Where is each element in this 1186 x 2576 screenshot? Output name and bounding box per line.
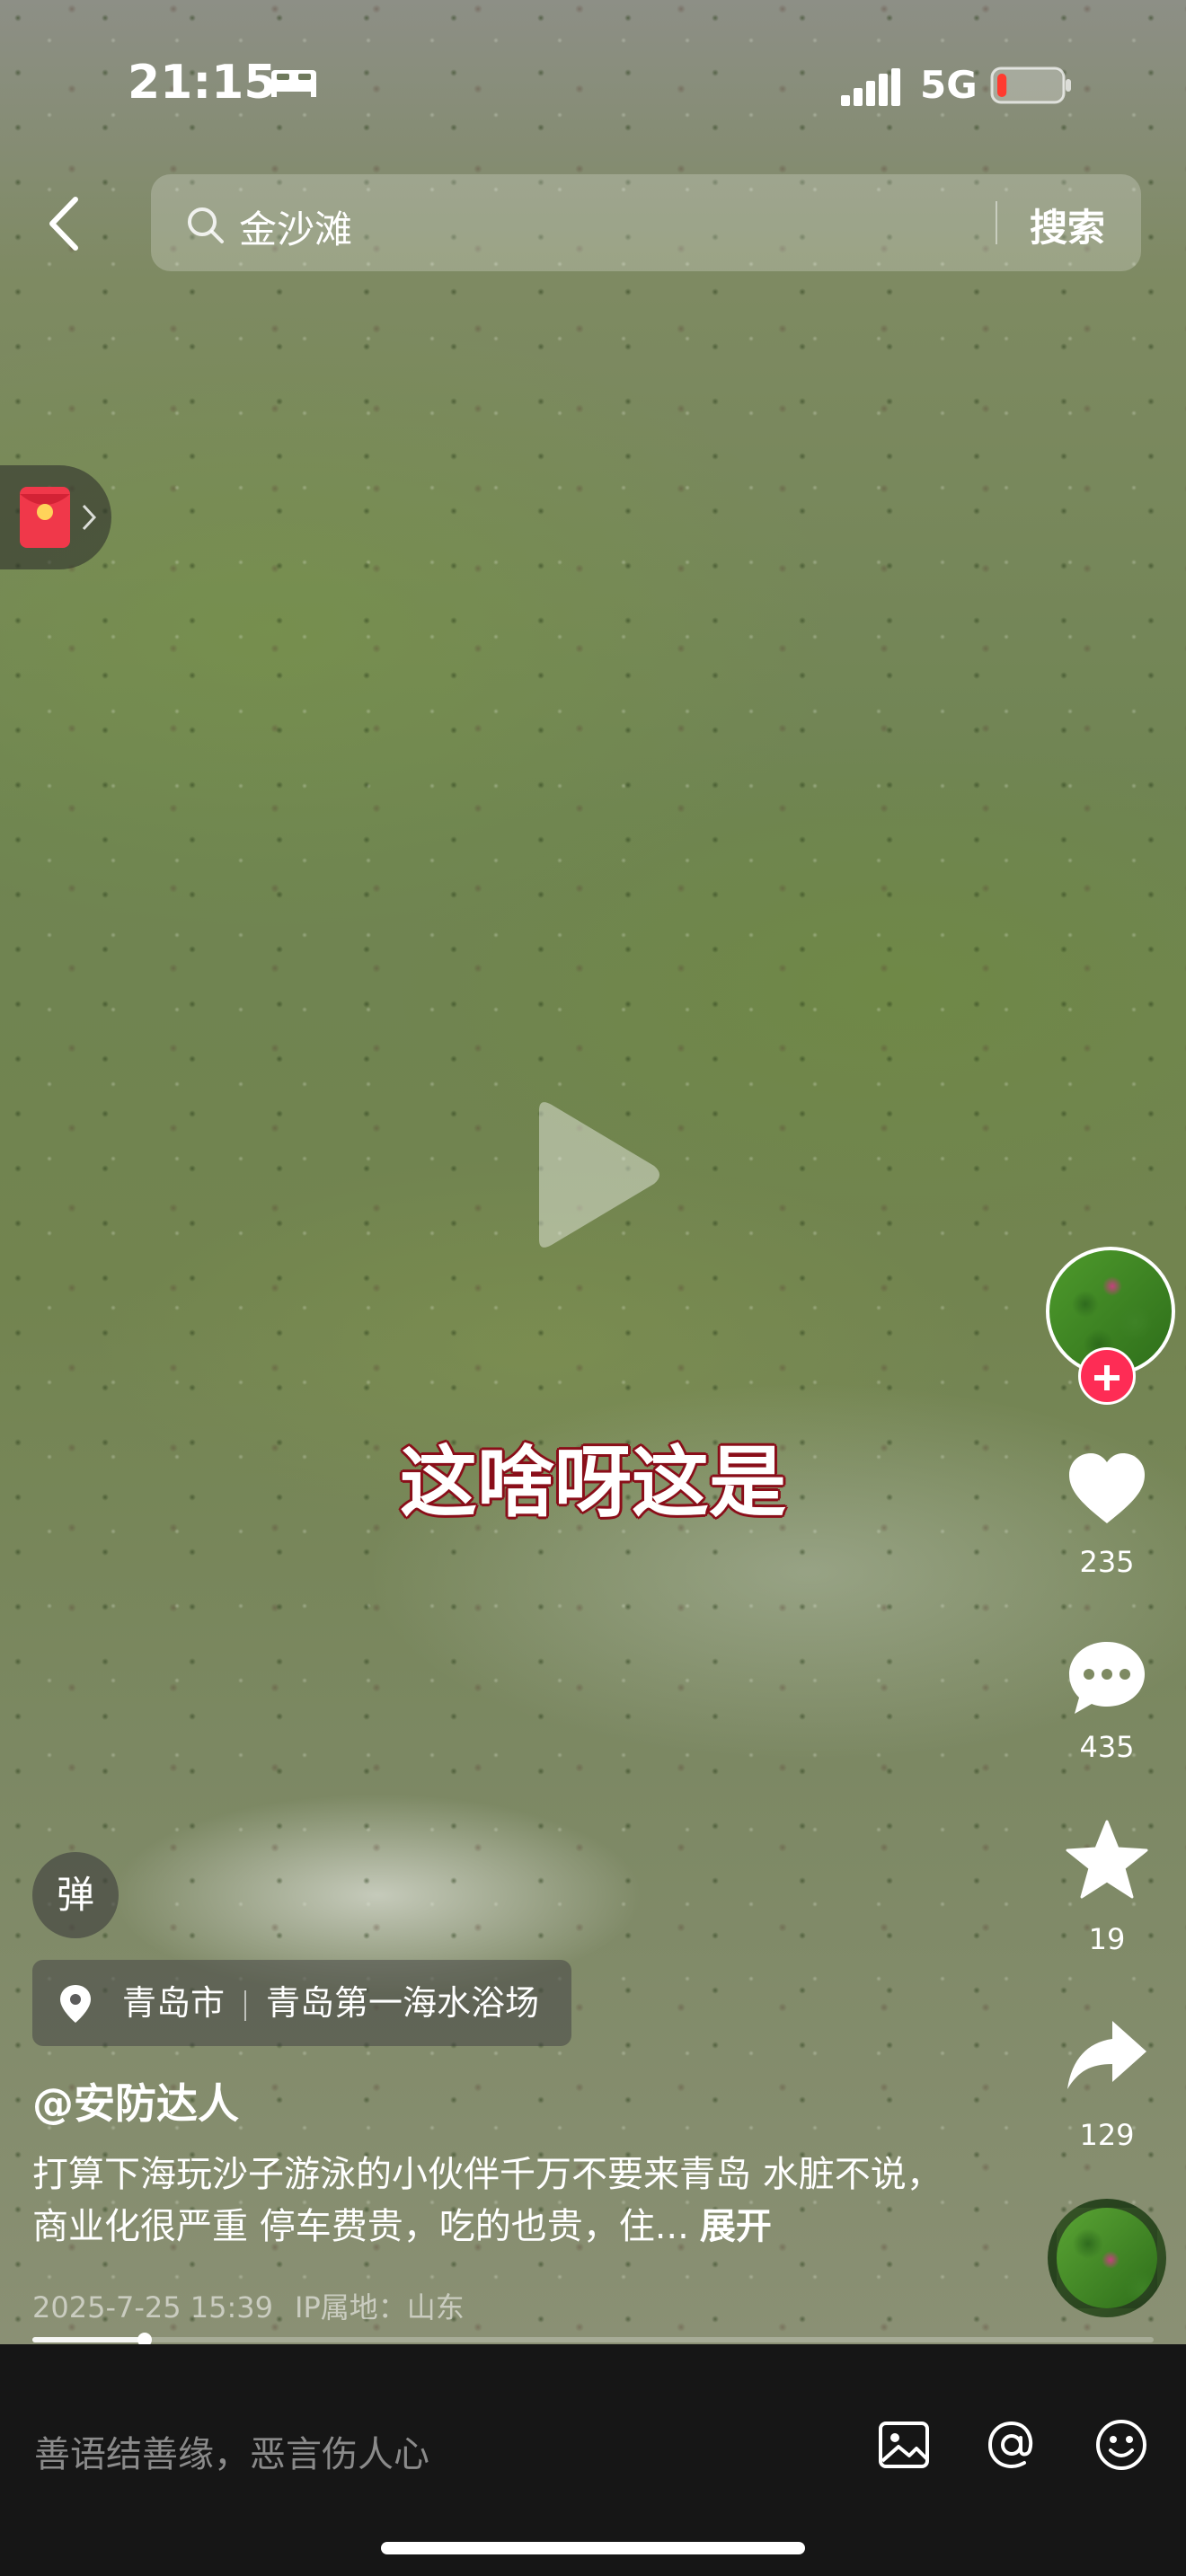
post-description: 打算下海玩沙子游泳的小伙伴千万不要来青岛 水脏不说，商业化很严重 停车费贵，吃的…: [32, 2148, 967, 2253]
play-icon[interactable]: [521, 1094, 665, 1256]
chevron-right-icon: [82, 504, 97, 531]
post-meta: 2025-7-25 15:39 IP属地：山东: [32, 2285, 486, 2326]
search-bar[interactable]: 金沙滩 搜索: [151, 174, 1141, 271]
mention-icon[interactable]: [983, 2416, 1040, 2474]
favorite-count: 19: [1088, 1922, 1126, 1956]
heart-icon[interactable]: [1064, 1446, 1150, 1532]
post-datetime: 2025-7-25 15:39: [32, 2290, 273, 2325]
expand-button[interactable]: 展开: [700, 2206, 772, 2247]
back-button[interactable]: [40, 194, 90, 253]
ip-location: IP属地：山东: [295, 2290, 465, 2325]
status-time: 21:15: [128, 56, 277, 110]
search-button[interactable]: 搜索: [1030, 198, 1105, 252]
search-input[interactable]: 金沙滩: [239, 199, 352, 254]
network-label: 5G: [920, 63, 978, 107]
signal-icon: [841, 68, 900, 106]
location-place: 青岛第一海水浴场: [266, 1983, 540, 2023]
location-pin-icon: [60, 1985, 91, 2023]
comment-icon[interactable]: [1064, 1635, 1150, 1721]
video-progress-fill: [32, 2337, 145, 2342]
danmu-toggle[interactable]: 弹: [32, 1852, 119, 1938]
video-progress-bar[interactable]: [32, 2333, 1154, 2347]
search-icon: [188, 207, 224, 243]
home-indicator[interactable]: [381, 2542, 805, 2554]
share-count: 129: [1079, 2118, 1135, 2152]
location-tag[interactable]: 青岛市 青岛第一海水浴场: [32, 1960, 572, 2046]
emoji-icon[interactable]: [1093, 2416, 1150, 2474]
status-bar: 21:15 5G: [0, 0, 1186, 171]
red-packet-widget[interactable]: [0, 465, 111, 569]
bed-icon: [271, 70, 316, 97]
search-divider: [996, 201, 997, 244]
comment-input[interactable]: 善语结善缘，恶言伤人心: [34, 2425, 429, 2477]
comment-count: 435: [1079, 1730, 1135, 1764]
follow-button[interactable]: [1078, 1347, 1136, 1405]
share-icon[interactable]: [1064, 2012, 1150, 2098]
red-envelope-icon: [20, 487, 70, 548]
image-icon[interactable]: [875, 2416, 933, 2474]
music-disc[interactable]: [1048, 2199, 1166, 2317]
author-name[interactable]: @安防达人: [32, 2071, 239, 2130]
location-city: 青岛市: [122, 1983, 226, 2023]
star-icon[interactable]: [1064, 1818, 1150, 1904]
like-count: 235: [1079, 1545, 1135, 1579]
video-caption: 这啥呀这是: [400, 1438, 786, 1528]
description-text: 打算下海玩沙子游泳的小伙伴千万不要来青岛 水脏不说，商业化很严重 停车费贵，吃的…: [32, 2154, 943, 2247]
location-divider: [244, 1989, 247, 2021]
battery-low-icon: [990, 66, 1071, 104]
